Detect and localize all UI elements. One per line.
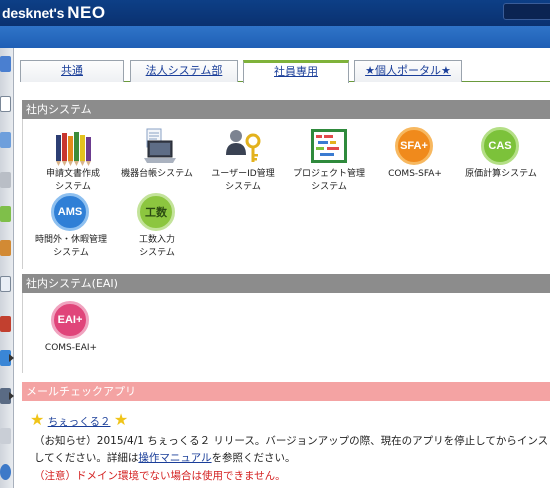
document-icon[interactable] (0, 206, 11, 222)
printer-icon[interactable] (0, 172, 11, 188)
kosu-badge: 工数 (145, 207, 167, 219)
notice-text: （お知らせ）2015/4/1 ちぇっくる２ リリース。バージョンアップの際、現在… (34, 435, 550, 447)
gantt-board-icon (309, 127, 349, 167)
user-key-icon (223, 127, 263, 167)
laptop-document-icon (137, 127, 177, 167)
app-header: desknet's NEO (0, 0, 550, 26)
app-tile-user-id[interactable]: ユーザーID管理 システム (201, 127, 285, 194)
section-internal-panel: 申請文書作成 システム 機器台帳システム ユーザーID管理 システム プロジェク… (22, 119, 550, 269)
app-label: 申請文書作成 (45, 169, 100, 179)
app-label: 時間外・休暇管理 (34, 235, 107, 245)
settings-icon[interactable] (0, 428, 11, 444)
expand-arrow-icon-2[interactable] (9, 392, 14, 400)
notice-line2-pre: してください。詳細は (34, 452, 139, 464)
app-label: ユーザーID管理 (211, 169, 275, 179)
logo[interactable]: desknet's NEO (2, 3, 106, 23)
eai-badge: EAI+ (57, 314, 83, 326)
section-header-eai: 社内システム(EAI) (22, 274, 550, 293)
ams-icon: AMS (51, 193, 91, 233)
app-label-2: システム (139, 248, 175, 258)
clipboard-icon[interactable] (0, 240, 11, 256)
chekkuru-link[interactable]: ちぇっくる２ (48, 416, 111, 428)
tab-employee[interactable]: 社員専用 (243, 60, 349, 83)
header-search-box[interactable] (503, 3, 550, 20)
section-eai-panel: EAI+ COMS-EAI+ (22, 293, 550, 373)
manual-link[interactable]: 操作マニュアル (138, 452, 211, 464)
app-tile-man-hours[interactable]: 工数 工数入力 システム (115, 193, 199, 260)
notice-line2: してください。詳細は操作マニュアルを参照ください。 (34, 450, 296, 465)
board-icon[interactable] (0, 276, 11, 292)
ams-badge: AMS (57, 206, 83, 218)
tab-corporate[interactable]: 法人システム部 (130, 60, 238, 82)
logo-text: desknet's (2, 5, 65, 21)
section-header-mailcheck: メールチェックアプリ (22, 382, 550, 401)
pencils-icon (53, 127, 93, 167)
tab-common[interactable]: 共通 (20, 60, 124, 82)
eai-icon: EAI+ (51, 301, 91, 341)
app-tile-coms-eai[interactable]: EAI+ COMS-EAI+ (29, 301, 113, 355)
sfa-badge: SFA+ (400, 140, 428, 152)
notice-line2-post: を参照ください。 (211, 452, 296, 464)
kosu-icon: 工数 (137, 193, 177, 233)
section-header-internal: 社内システム (22, 100, 550, 119)
app-label: COMS-EAI+ (44, 343, 98, 353)
expand-arrow-icon[interactable] (9, 354, 14, 362)
app-label: プロジェクト管理 (292, 169, 365, 179)
header-band (0, 26, 550, 48)
app-tile-overtime[interactable]: AMS 時間外・休暇管理 システム (29, 193, 113, 260)
star-icon-2: ★ (113, 410, 129, 429)
star-icon: ★ (30, 410, 45, 429)
sfa-icon: SFA+ (395, 127, 435, 167)
calendar-icon[interactable] (0, 96, 11, 112)
app-tile-coms-sfa[interactable]: SFA+ COMS-SFA+ (373, 127, 457, 181)
app-label: 原価計算システム (465, 169, 537, 179)
tab-personal[interactable]: ★個人ポータル★ (354, 60, 462, 82)
mail-icon[interactable] (0, 132, 11, 148)
app-label: COMS-SFA+ (388, 169, 442, 179)
app-label-2: システム (53, 248, 89, 258)
logo-neo-text: NEO (67, 3, 106, 22)
app-label: 工数入力 (138, 235, 175, 245)
app-label-2: システム (311, 182, 347, 192)
left-toolbar (0, 48, 14, 488)
app-label: 機器台帳システム (121, 169, 193, 179)
app-tile-cost-accounting[interactable]: CAS 原価計算システム (459, 127, 543, 181)
caution-text: （注意）ドメイン環境でない場合は使用できません。 (34, 470, 286, 482)
app-tile-project[interactable]: プロジェクト管理 システム (287, 127, 371, 194)
help-icon[interactable] (0, 464, 11, 480)
cas-icon: CAS (481, 127, 521, 167)
notebook-icon[interactable] (0, 316, 11, 332)
app-tile-application-doc[interactable]: 申請文書作成 システム (31, 127, 115, 194)
app-link-row: ★ ちぇっくる２ ★ (30, 410, 128, 429)
cas-badge: CAS (488, 140, 512, 152)
grid-icon[interactable] (0, 56, 11, 72)
app-label-2: システム (225, 182, 261, 192)
app-tile-equipment[interactable]: 機器台帳システム (115, 127, 199, 181)
